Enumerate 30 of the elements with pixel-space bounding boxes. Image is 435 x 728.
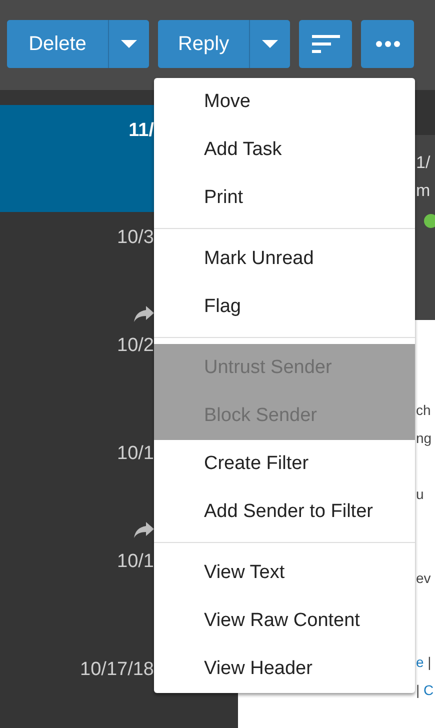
message-date: 10/1 — [117, 550, 154, 574]
dropdown-button[interactable] — [109, 20, 149, 68]
menu-item[interactable]: Mark Unread — [154, 235, 415, 283]
body-text: ev — [416, 570, 431, 586]
sort-icon — [312, 35, 340, 53]
body-text: ch — [416, 402, 431, 418]
body-text: ng — [416, 430, 432, 446]
menu-item[interactable]: Create Filter — [154, 440, 415, 488]
caret-icon — [121, 40, 137, 48]
more-icon — [376, 41, 400, 47]
body-text: | — [416, 682, 421, 698]
menu-item[interactable]: Flag — [154, 283, 415, 331]
sender-name: m — [416, 180, 430, 202]
menu-item[interactable]: View Header — [154, 645, 415, 693]
body-text: u — [416, 486, 424, 502]
menu-item[interactable]: View Text — [154, 549, 415, 597]
link[interactable]: e — [416, 654, 424, 670]
message-date: 1/ — [416, 152, 430, 174]
dropdown-button[interactable] — [250, 20, 290, 68]
message-date: 11/ — [128, 119, 154, 143]
sort-button[interactable] — [299, 20, 352, 68]
menu-item[interactable]: Add Sender to Filter — [154, 488, 415, 536]
link[interactable]: C — [424, 682, 434, 698]
message-date: 10/2 — [117, 334, 154, 358]
menu-item[interactable]: View Raw Content — [154, 597, 415, 645]
body-text: | — [426, 654, 432, 670]
caret-icon — [262, 40, 278, 48]
toolbar-button[interactable]: Reply — [158, 20, 249, 68]
more-button[interactable] — [361, 20, 414, 68]
toolbar-button[interactable]: Delete — [7, 20, 108, 68]
